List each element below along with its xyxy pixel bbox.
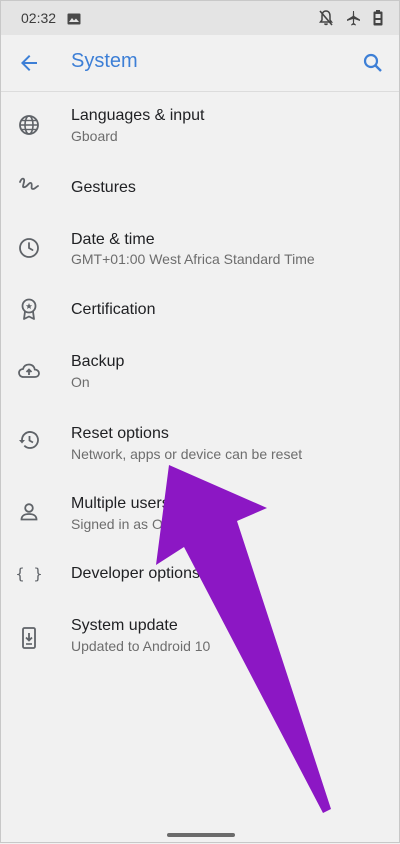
airplane-icon (345, 10, 361, 31)
settings-item-label: Developer options (71, 565, 200, 582)
image-icon (67, 12, 81, 30)
settings-item-developer-options[interactable]: { } Developer options (1, 546, 399, 602)
clock-icon (17, 236, 41, 260)
settings-item-gestures[interactable]: Gestures (1, 158, 399, 216)
settings-item-languages[interactable]: Languages & input Gboard (1, 92, 399, 158)
settings-item-certification[interactable]: Certification (1, 280, 399, 338)
history-icon (17, 428, 41, 452)
settings-item-multiple-users[interactable]: Multiple users Signed in as Ola (1, 474, 399, 546)
svg-text:{ }: { } (17, 565, 41, 583)
settings-item-date-time[interactable]: Date & time GMT+01:00 West Africa Standa… (1, 216, 399, 280)
status-time: 02:32 (21, 10, 57, 26)
system-update-icon (17, 626, 41, 650)
cloud-upload-icon (17, 359, 41, 383)
settings-item-label: Backup (71, 353, 125, 370)
page-title: System (71, 50, 138, 72)
code-braces-icon: { } (15, 562, 42, 586)
settings-item-system-update[interactable]: System update Updated to Android 10 (1, 602, 399, 672)
settings-item-summary: Gboard (71, 128, 118, 144)
settings-item-summary: Updated to Android 10 (71, 638, 211, 654)
arrow-back-icon[interactable] (17, 51, 41, 75)
settings-item-backup[interactable]: Backup On (1, 338, 399, 404)
settings-item-summary: On (71, 374, 90, 390)
globe-icon (17, 113, 41, 137)
settings-item-summary: Network, apps or device can be reset (71, 446, 303, 462)
settings-item-label: Date & time (71, 231, 155, 248)
app-bar: System (1, 35, 399, 92)
settings-item-label: Reset options (71, 425, 169, 442)
status-icons (319, 10, 383, 31)
certification-icon (17, 297, 41, 321)
settings-item-label: Certification (71, 301, 156, 318)
search-icon[interactable] (361, 51, 385, 75)
settings-item-label: Multiple users (71, 495, 170, 512)
settings-item-reset-options[interactable]: Reset options Network, apps or device ca… (1, 404, 399, 474)
settings-item-label: System update (71, 617, 178, 634)
settings-item-summary: GMT+01:00 West Africa Standard Time (71, 251, 315, 267)
person-icon (17, 500, 41, 524)
status-bar: 02:32 (1, 1, 399, 35)
gesture-icon (17, 173, 41, 197)
battery-icon (373, 10, 383, 31)
settings-item-label: Languages & input (71, 107, 205, 124)
settings-item-label: Gestures (71, 179, 136, 196)
settings-item-summary: Signed in as Ola (71, 516, 174, 532)
notifications-off-icon (319, 10, 333, 31)
navigation-gesture-bar[interactable] (167, 833, 235, 837)
